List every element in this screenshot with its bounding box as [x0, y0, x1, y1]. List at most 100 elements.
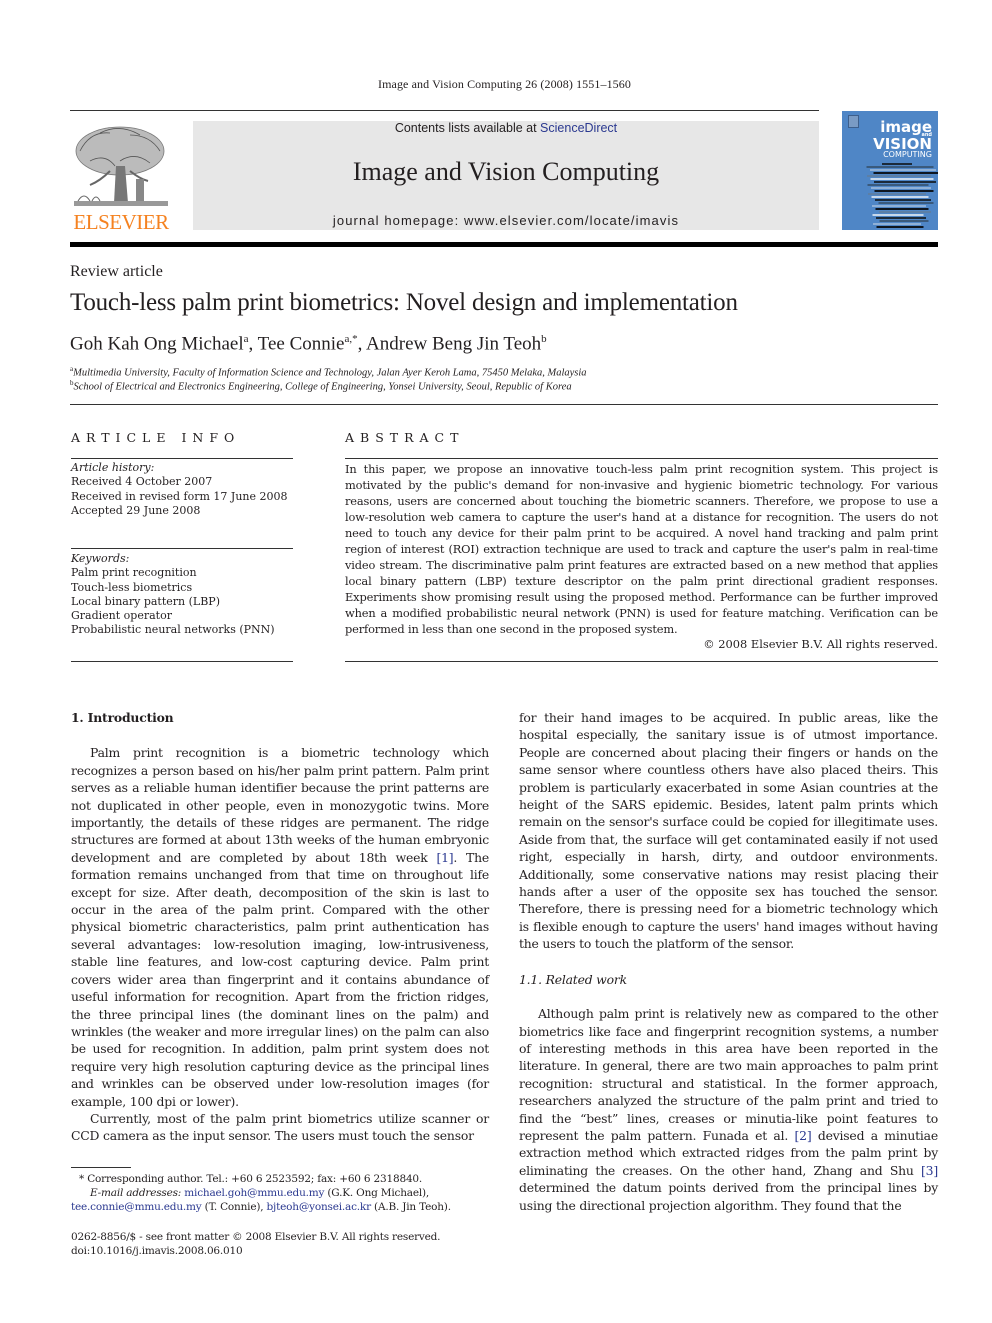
corresponding-author-note: * Corresponding author. Tel.: +60 6 2523…	[79, 1173, 423, 1185]
journal-homepage-link[interactable]: journal homepage: www.elsevier.com/locat…	[193, 213, 819, 228]
journal-name: Image and Vision Computing	[352, 157, 660, 186]
journal-banner: Contents lists available at ScienceDirec…	[193, 121, 819, 230]
journal-cover-image: image and VISION COMPUTING	[842, 111, 938, 230]
cover-stripe	[868, 193, 926, 195]
keywords-label: Keywords:	[71, 552, 130, 565]
cover-stripe	[875, 199, 931, 201]
sciencedirect-link[interactable]: ScienceDirect	[540, 121, 617, 135]
email-label: E-mail addresses:	[90, 1187, 182, 1199]
history-item: Accepted 29 June 2008	[71, 503, 201, 517]
article-type: Review article	[70, 263, 163, 280]
abstract-text: In this paper, we propose an innovative …	[345, 462, 938, 636]
cover-stripe	[876, 217, 926, 219]
keyword-item: Probabilistic neural networks (PNN)	[71, 623, 275, 637]
email-owner: (T. Connie),	[201, 1201, 267, 1213]
running-head: Image and Vision Computing 26 (2008) 155…	[378, 77, 631, 91]
section-heading: 1. Introduction	[71, 710, 174, 725]
masthead-thick-rule	[70, 242, 938, 247]
author-list: Goh Kah Ong Michaela, Tee Conniea,*, And…	[70, 333, 547, 355]
cover-stripe	[867, 175, 931, 177]
footnotes: * Corresponding author. Tel.: +60 6 2523…	[71, 1172, 491, 1214]
author-affiliation-mark[interactable]: b	[541, 333, 547, 345]
cover-stripe	[871, 196, 929, 198]
cover-stripe	[874, 190, 934, 192]
cover-elsevier-mark	[848, 115, 859, 128]
history-item: Received 4 October 2007	[71, 475, 213, 489]
cover-stripes-graphic	[866, 163, 938, 228]
paragraph-text: Although palm print is relatively new as…	[519, 1006, 938, 1143]
affiliation-text: Multimedia University, Faculty of Inform…	[73, 367, 587, 379]
paragraph-text: determined the datum points derived from…	[519, 1180, 938, 1213]
affiliation-text: School of Electrical and Electronics Eng…	[73, 381, 572, 393]
body-column-left: 1. Introduction Palm print recognition i…	[71, 709, 489, 1145]
email-link[interactable]: tee.connie@mmu.edu.my	[71, 1201, 202, 1213]
subsection-heading: 1.1. Related work	[519, 971, 627, 987]
keywords-rule	[71, 548, 293, 549]
body-paragraph: Currently, most of the palm print biomet…	[71, 1110, 489, 1144]
email-owner: (G.K. Ong Michael),	[324, 1187, 430, 1199]
keywords: Keywords: Palm print recognition Touch-l…	[71, 552, 275, 638]
cover-title: image and VISION COMPUTING	[873, 120, 932, 160]
body-paragraph: Although palm print is relatively new as…	[519, 1005, 938, 1214]
cover-stripe	[873, 172, 938, 174]
title-rule	[70, 404, 938, 405]
contents-prefix: Contents lists available at	[394, 121, 541, 135]
email-link[interactable]: michael.goh@mmu.edu.my	[184, 1187, 324, 1199]
doi-line[interactable]: doi:10.1016/j.imavis.2008.06.010	[71, 1244, 440, 1258]
cover-stripe	[870, 178, 934, 180]
article-info-rule	[71, 458, 293, 459]
abstract-heading: ABSTRACT	[345, 430, 465, 445]
footnote-rule	[71, 1167, 131, 1168]
email-addresses: E-mail addresses: michael.goh@mmu.edu.my…	[71, 1186, 491, 1214]
article-history: Article history: Received 4 October 2007…	[71, 461, 288, 518]
top-rule	[70, 110, 819, 111]
email-owner: (A.B. Jin Teoh).	[370, 1201, 451, 1213]
author-name: Goh Kah Ong Michael	[70, 333, 244, 355]
cover-stripe	[876, 226, 924, 228]
body-paragraph: Palm print recognition is a biometric te…	[71, 744, 489, 1110]
history-item: Received in revised form 17 June 2008	[71, 489, 288, 503]
keyword-item: Touch-less biometrics	[71, 580, 193, 594]
paragraph-text: Palm print recognition is a biometric te…	[71, 745, 489, 865]
email-link[interactable]: bjteoh@yonsei.ac.kr	[267, 1201, 372, 1213]
keyword-item: Gradient operator	[71, 609, 172, 623]
cover-stripe	[878, 202, 934, 204]
author-separator: ,	[357, 333, 367, 355]
cover-stripe	[879, 211, 931, 213]
author-name: Tee Connie	[257, 333, 345, 355]
contents-line: Contents lists available at ScienceDirec…	[193, 121, 819, 135]
cover-stripe	[870, 169, 936, 171]
front-matter: 0262-8856/$ - see front matter © 2008 El…	[71, 1230, 441, 1258]
cover-stripe	[882, 163, 912, 165]
article-info-heading: ARTICLE INFO	[71, 430, 241, 445]
affiliation-a: aMultimedia University, Faculty of Infor…	[70, 365, 587, 379]
cover-stripe	[871, 187, 931, 189]
cover-stripe	[874, 181, 936, 183]
cover-stripe	[879, 220, 929, 222]
abstract-bottom-rule	[345, 661, 938, 662]
body-column-right: for their hand images to be acquired. In…	[519, 709, 938, 1214]
author-affiliation-mark[interactable]: a,*	[344, 333, 357, 345]
cover-stripe	[875, 208, 929, 210]
author-name: Andrew Beng Jin Teoh	[366, 333, 542, 355]
paragraph-text: . The formation remains unchanged from t…	[71, 849, 489, 1109]
abstract-rule	[345, 458, 938, 459]
keyword-item: Local binary pattern (LBP)	[71, 594, 220, 608]
citation-link[interactable]: [2]	[795, 1128, 812, 1143]
affiliation-b: bSchool of Electrical and Electronics En…	[70, 379, 572, 393]
citation-link[interactable]: [1]	[436, 850, 453, 865]
cover-stripe	[867, 184, 929, 186]
body-paragraph: for their hand images to be acquired. In…	[519, 710, 938, 952]
article-info-bottom-rule	[71, 661, 293, 662]
cover-stripe	[873, 223, 921, 225]
issn-line: 0262-8856/$ - see front matter © 2008 El…	[71, 1231, 441, 1243]
cover-stripe	[866, 166, 934, 168]
cover-title-line: VISION	[873, 135, 932, 153]
cover-stripe	[872, 214, 924, 216]
history-label: Article history:	[71, 461, 155, 474]
article-title: Touch-less palm print biometrics: Novel …	[70, 289, 738, 316]
elsevier-wordmark: ELSEVIER	[73, 210, 169, 234]
citation-link[interactable]: [3]	[921, 1163, 938, 1178]
keyword-item: Palm print recognition	[71, 566, 197, 580]
abstract-copyright: © 2008 Elsevier B.V. All rights reserved…	[703, 637, 938, 651]
